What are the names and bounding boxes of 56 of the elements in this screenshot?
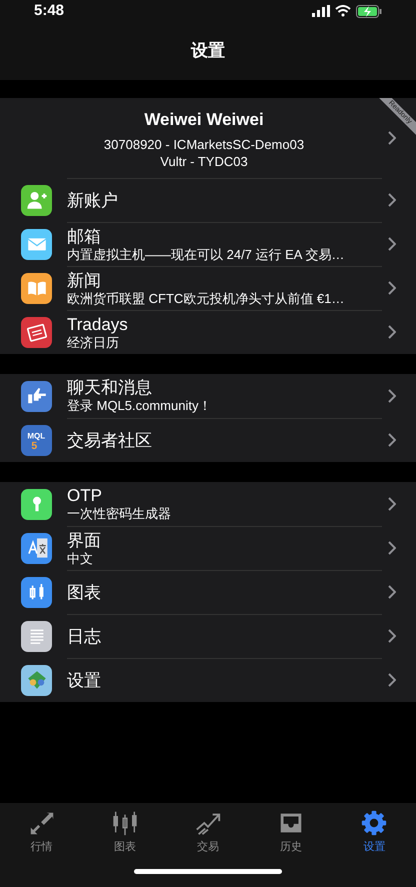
tab-bar-item[interactable]: 设置 — [332, 809, 416, 856]
settings-row[interactable]: MQL 5 交易者社区 — [0, 418, 416, 462]
chevron-icon — [388, 281, 396, 295]
row-title: 图表 — [67, 582, 102, 602]
chevron-icon — [388, 237, 396, 251]
settings-row[interactable]: OTP 一次性密码生成器 — [0, 482, 416, 526]
settings-row[interactable]: 聊天和消息 登录 MQL5.community！ — [0, 374, 416, 418]
chevron-icon — [388, 629, 396, 643]
row-title: 日志 — [67, 626, 102, 646]
status-time: 5:48 — [34, 0, 64, 21]
row-icon: MQL 5 — [21, 424, 52, 456]
row-title: 新账户 — [67, 190, 119, 210]
row-subtitle: 登录 MQL5.community！ — [67, 398, 212, 414]
row-title: 交易者社区 — [67, 430, 153, 450]
chevron-icon — [388, 497, 396, 511]
account-name: Weiwei Weiwei — [144, 108, 264, 130]
row-subtitle: 中文 — [67, 550, 94, 566]
row-title: 界面 — [67, 530, 102, 550]
settings-row[interactable]: 邮箱 内置虚拟主机——现在可以 24/7 运行 EA 交易… — [0, 222, 416, 266]
candlestick-icon — [110, 809, 139, 837]
account-server: 30708920 - ICMarketsSC-Demo03 — [104, 136, 304, 152]
row-title: 新闻 — [67, 270, 102, 290]
row-title: 聊天和消息 — [67, 378, 153, 398]
tab-bar-item[interactable]: 行情 — [0, 809, 84, 856]
row-subtitle: 一次性密码生成器 — [67, 506, 172, 522]
settings-row[interactable]: 界面 中文 — [0, 526, 416, 570]
chevron-icon — [388, 433, 396, 447]
chevron-icon — [388, 193, 396, 207]
row-title: 设置 — [67, 670, 102, 690]
settings-row[interactable]: 日志 — [0, 614, 416, 658]
chevron-icon — [388, 673, 396, 687]
settings-row[interactable]: 设置 — [0, 658, 416, 702]
settings-row[interactable]: Tradays 经济日历 — [0, 310, 416, 354]
tab-bar-item[interactable]: 图表 — [83, 809, 166, 856]
settings-row[interactable]: 新闻 欧洲货币联盟 CFTC欧元投机净头寸从前值 €1… — [0, 266, 416, 310]
chevron-icon — [388, 131, 396, 145]
account-host: Vultr - TYDC03 — [160, 152, 248, 170]
chevron-icon — [388, 541, 396, 555]
screen-title: 设置 — [191, 40, 225, 62]
settings-row[interactable]: 图表 — [0, 570, 416, 614]
chevron-icon — [388, 389, 396, 403]
chevron-icon — [388, 325, 396, 339]
gear-icon — [360, 809, 388, 837]
battery-charging-icon — [356, 4, 382, 18]
tab-bar-item[interactable]: 交易 — [166, 809, 250, 856]
row-title: OTP — [67, 486, 103, 506]
signal-icon — [312, 5, 330, 17]
chevron-icon — [388, 585, 396, 599]
settings-row[interactable]: 新账户 — [0, 178, 416, 222]
tab-bar-item[interactable]: 历史 — [250, 809, 333, 856]
row-title: Tradays — [67, 314, 129, 334]
wifi-icon — [335, 5, 351, 17]
row-title: 邮箱 — [67, 226, 102, 246]
row-subtitle: 经济日历 — [67, 334, 120, 350]
row-subtitle: 欧洲货币联盟 CFTC欧元投机净头寸从前值 €1… — [67, 290, 346, 306]
row-subtitle: 内置虚拟主机——现在可以 24/7 运行 EA 交易… — [67, 246, 346, 262]
